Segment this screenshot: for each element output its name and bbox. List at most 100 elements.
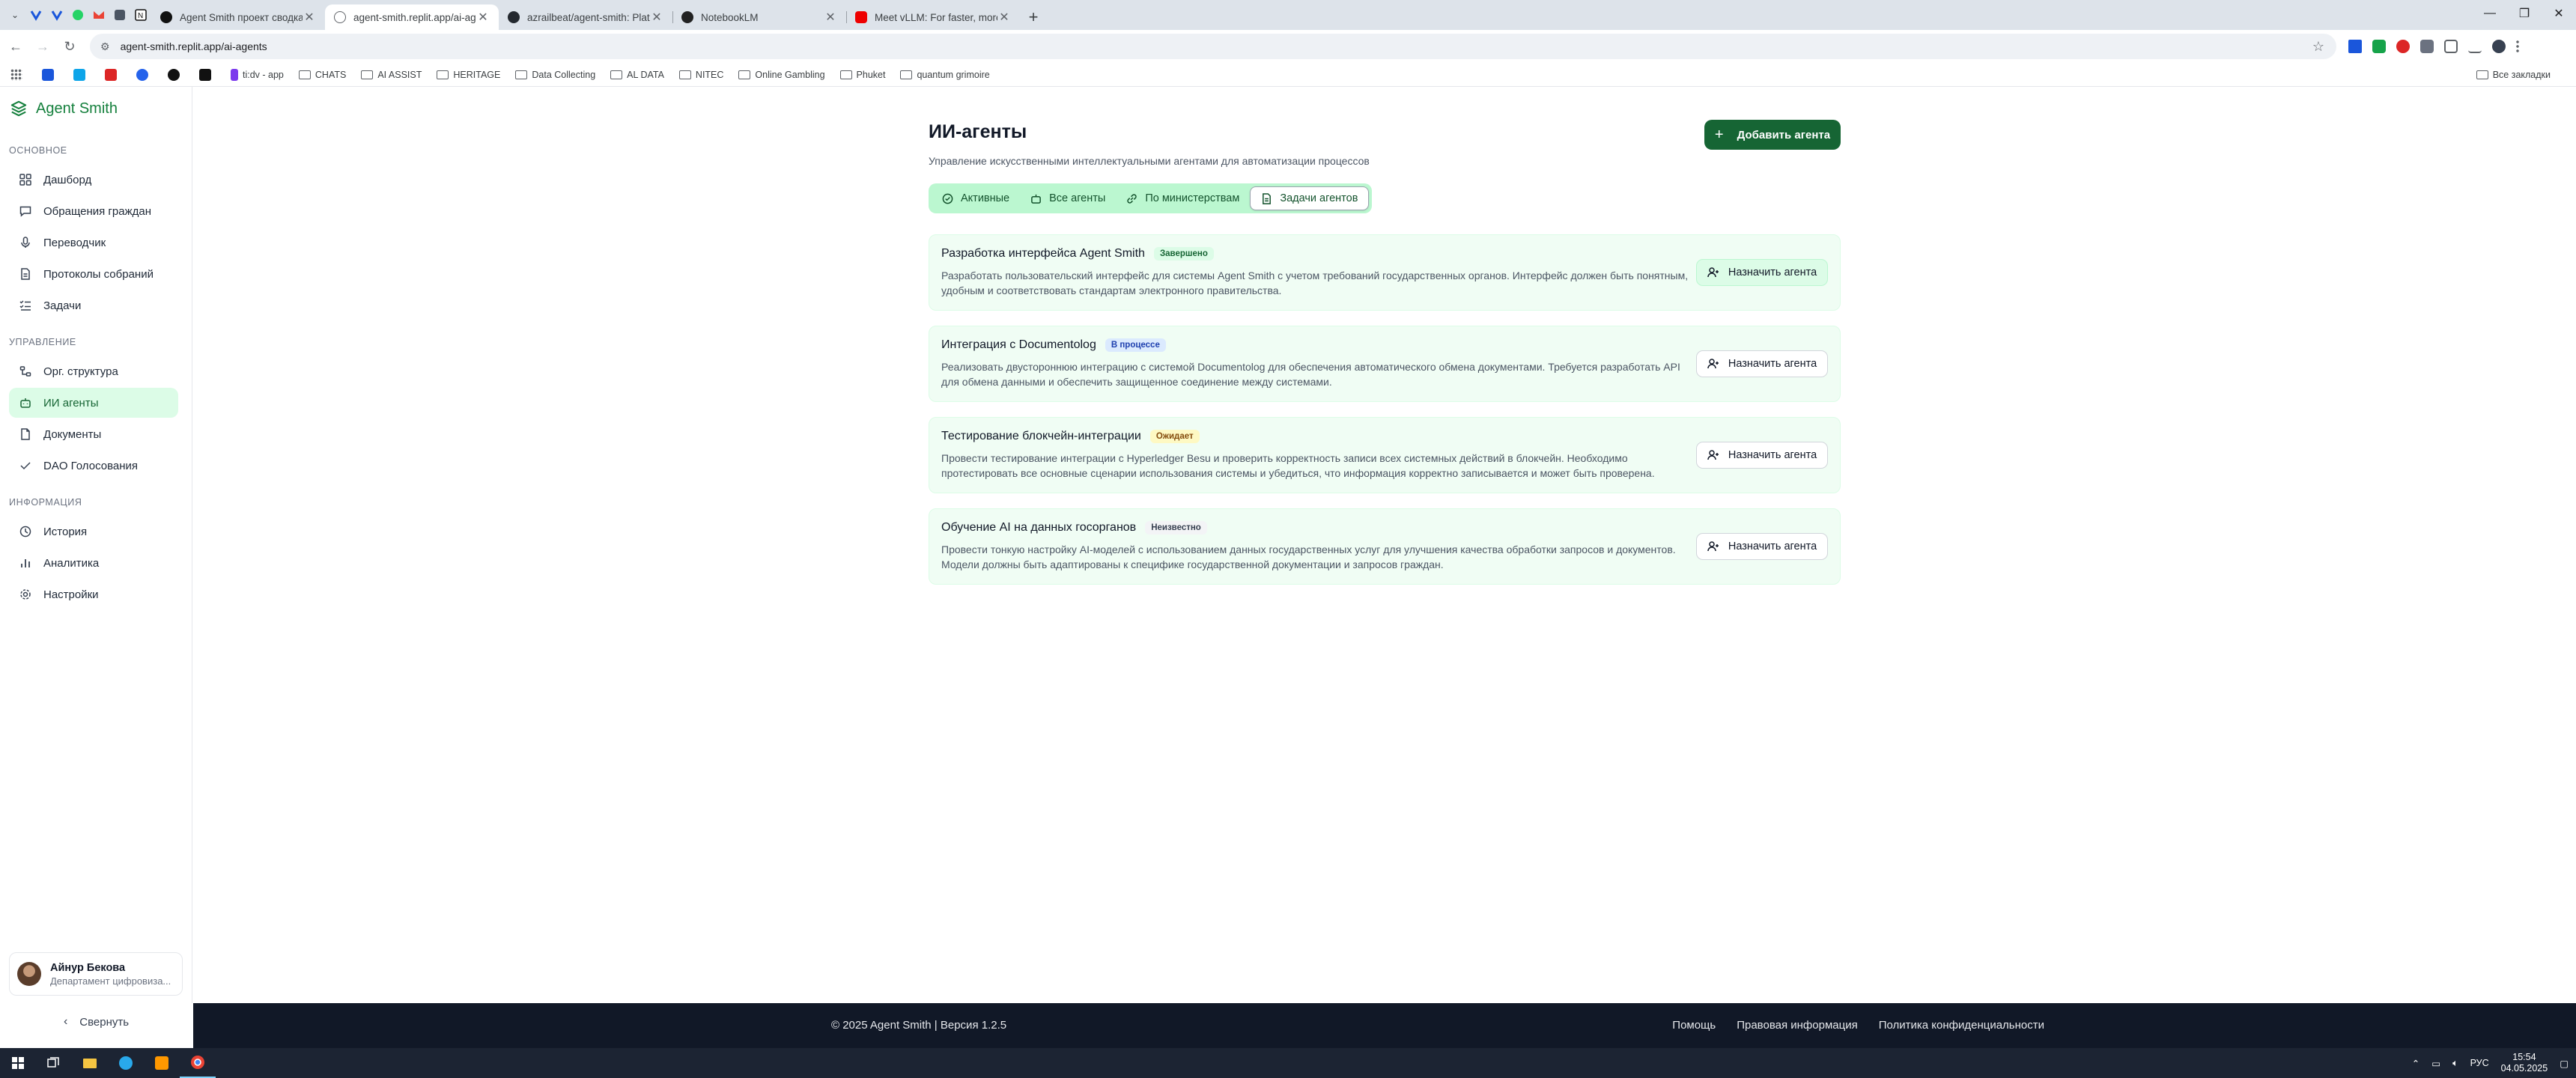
bookmark-folder[interactable]: AI ASSIST <box>361 70 422 80</box>
task-card: Тестирование блокчейн-интеграции Ожидает … <box>929 417 1841 493</box>
sidebar-item-translator[interactable]: Переводчик <box>9 228 178 258</box>
assign-agent-button[interactable]: Назначить агента <box>1696 259 1828 286</box>
bookmark-folder[interactable]: CHATS <box>298 70 346 80</box>
new-tab-button[interactable]: + <box>1020 4 1047 30</box>
bookmark-item[interactable]: ti:dv - app <box>231 68 284 81</box>
bookmark-folder[interactable]: AL DATA <box>610 70 664 80</box>
user-card[interactable]: Айнур Бекова Департамент цифровиза... <box>9 952 183 996</box>
telegram-icon[interactable] <box>108 1048 144 1078</box>
pinned-tab-v1[interactable] <box>25 0 46 30</box>
extension-green-icon[interactable] <box>2372 40 2386 53</box>
bookmark-folder[interactable]: Phuket <box>839 70 885 80</box>
back-icon[interactable]: ← <box>4 35 27 58</box>
pinned-tab-notion[interactable]: N <box>130 0 151 30</box>
bookmark-folder[interactable]: Data Collecting <box>515 70 595 80</box>
brand[interactable]: Agent Smith <box>0 87 192 130</box>
browser-tab-active[interactable]: agent-smith.replit.app/ai-agen ✕ <box>325 4 499 30</box>
extension-v-icon[interactable] <box>2348 40 2362 53</box>
sidebar-item-protocols[interactable]: Протоколы собраний <box>9 259 178 289</box>
close-tab-icon[interactable]: ✕ <box>303 10 316 25</box>
bookmark-openai-icon[interactable] <box>168 68 184 81</box>
tab-agent-tasks[interactable]: Задачи агентов <box>1250 186 1370 210</box>
add-agent-button[interactable]: + Добавить агента <box>1704 120 1841 150</box>
pinned-tab-v2[interactable] <box>46 0 67 30</box>
close-tab-icon[interactable]: ✕ <box>650 10 663 25</box>
extensions-puzzle-icon[interactable] <box>2444 40 2458 53</box>
bookmark-star-icon[interactable]: ☆ <box>2312 39 2324 55</box>
close-tab-icon[interactable]: ✕ <box>476 10 490 25</box>
bookmark-swirl-icon[interactable] <box>136 68 153 81</box>
windows-start-icon[interactable] <box>0 1048 36 1078</box>
sidebar-item-settings[interactable]: Настройки <box>9 579 178 609</box>
file-explorer-icon[interactable] <box>72 1048 108 1078</box>
sidebar-item-ai-agents[interactable]: ИИ агенты <box>9 388 178 418</box>
assign-agent-button[interactable]: Назначить агента <box>1696 442 1828 469</box>
sublime-icon[interactable] <box>144 1048 180 1078</box>
network-icon[interactable]: ▭ <box>2431 1058 2440 1069</box>
clock-time: 15:54 <box>2512 1052 2536 1062</box>
tab-active-agents[interactable]: Активные <box>932 186 1020 210</box>
kebab-menu-icon[interactable] <box>2516 40 2519 53</box>
window-controls: — ❐ ✕ <box>2473 0 2576 27</box>
bookmark-folder[interactable]: Online Gambling <box>738 70 825 80</box>
downloads-icon[interactable] <box>2468 40 2482 53</box>
assign-agent-button[interactable]: Назначить агента <box>1696 533 1828 560</box>
task-description: Провести тестирование интеграции с Hyper… <box>941 452 1655 479</box>
footer-link-legal[interactable]: Правовая информация <box>1737 1019 1857 1032</box>
extension-red-icon[interactable] <box>2396 40 2410 53</box>
sidebar-item-tasks[interactable]: Задачи <box>9 290 178 320</box>
extension-shield-icon[interactable] <box>2420 40 2434 53</box>
bookmark-folder[interactable]: HERITAGE <box>437 70 500 80</box>
svg-text:N: N <box>138 12 143 20</box>
sidebar-item-documents[interactable]: Документы <box>9 419 178 449</box>
clock[interactable]: 15:54 04.05.2025 <box>2501 1052 2548 1074</box>
collapse-sidebar-button[interactable]: ‹ Свернуть <box>0 1007 192 1037</box>
volume-icon[interactable]: 🔈︎ <box>2452 1058 2458 1069</box>
bookmark-trello-icon[interactable] <box>42 68 58 81</box>
browser-tab[interactable]: Agent Smith проект сводка ✕ <box>151 4 325 30</box>
task-view-icon[interactable] <box>36 1048 72 1078</box>
reload-icon[interactable]: ↻ <box>58 35 81 58</box>
bookmark-dark-icon[interactable] <box>199 68 216 81</box>
bookmark-folder[interactable]: NITEC <box>678 70 723 80</box>
bookmark-red-icon[interactable] <box>105 68 121 81</box>
keyboard-language[interactable]: РУС <box>2470 1058 2489 1068</box>
notifications-icon[interactable]: ▢ <box>2560 1058 2569 1069</box>
all-bookmarks-folder[interactable]: Все закладки <box>2476 63 2551 87</box>
browser-tab[interactable]: azrailbeat/agent-smith: Platfo ✕ <box>499 4 672 30</box>
avatar <box>17 962 41 986</box>
minimize-icon[interactable]: — <box>2473 0 2507 27</box>
task-list: Разработка интерфейса Agent Smith Заверше… <box>929 234 1841 585</box>
footer-link-help[interactable]: Помощь <box>1672 1019 1716 1032</box>
profile-avatar-icon[interactable] <box>2492 40 2506 53</box>
pinned-tab-app[interactable] <box>109 0 130 30</box>
close-window-icon[interactable]: ✕ <box>2542 0 2576 27</box>
tab-by-ministries[interactable]: По министерствам <box>1116 186 1250 210</box>
browser-tab[interactable]: Meet vLLM: For faster, more eff ✕ <box>846 4 1020 30</box>
tab-search-icon[interactable]: ⌄ <box>4 0 25 30</box>
sidebar-item-appeals[interactable]: Обращения граждан <box>9 196 178 226</box>
forward-icon[interactable]: → <box>31 35 54 58</box>
footer-link-privacy[interactable]: Политика конфиденциальности <box>1879 1019 2044 1032</box>
sidebar-item-dao-voting[interactable]: DAO Голосования <box>9 451 178 481</box>
maximize-icon[interactable]: ❐ <box>2507 0 2542 27</box>
bookmark-folder[interactable]: quantum grimoire <box>900 70 990 80</box>
chrome-icon[interactable] <box>180 1048 216 1078</box>
url-input[interactable]: ⚙ agent-smith.replit.app/ai-agents ☆ <box>90 34 2336 59</box>
assign-agent-button[interactable]: Назначить агента <box>1696 350 1828 377</box>
tray-chevron-up-icon[interactable]: ⌃ <box>2412 1058 2419 1069</box>
bookmark-blue-icon[interactable] <box>73 68 90 81</box>
sidebar-item-org-structure[interactable]: Орг. структура <box>9 356 178 386</box>
pinned-tab-whatsapp[interactable] <box>67 0 88 30</box>
sidebar-item-history[interactable]: История <box>9 517 178 546</box>
task-title: Интеграция с Documentolog <box>941 338 1096 351</box>
tab-all-agents[interactable]: Все агенты <box>1020 186 1116 210</box>
sidebar-item-analytics[interactable]: Аналитика <box>9 548 178 578</box>
browser-tab[interactable]: NotebookLM ✕ <box>672 4 846 30</box>
sidebar-item-dashboard[interactable]: Дашборд <box>9 165 178 195</box>
close-tab-icon[interactable]: ✕ <box>997 10 1011 25</box>
site-info-icon[interactable]: ⚙ <box>100 40 110 53</box>
pinned-tab-gmail[interactable] <box>88 0 109 30</box>
close-tab-icon[interactable]: ✕ <box>824 10 837 25</box>
apps-grid-icon[interactable] <box>10 68 27 81</box>
